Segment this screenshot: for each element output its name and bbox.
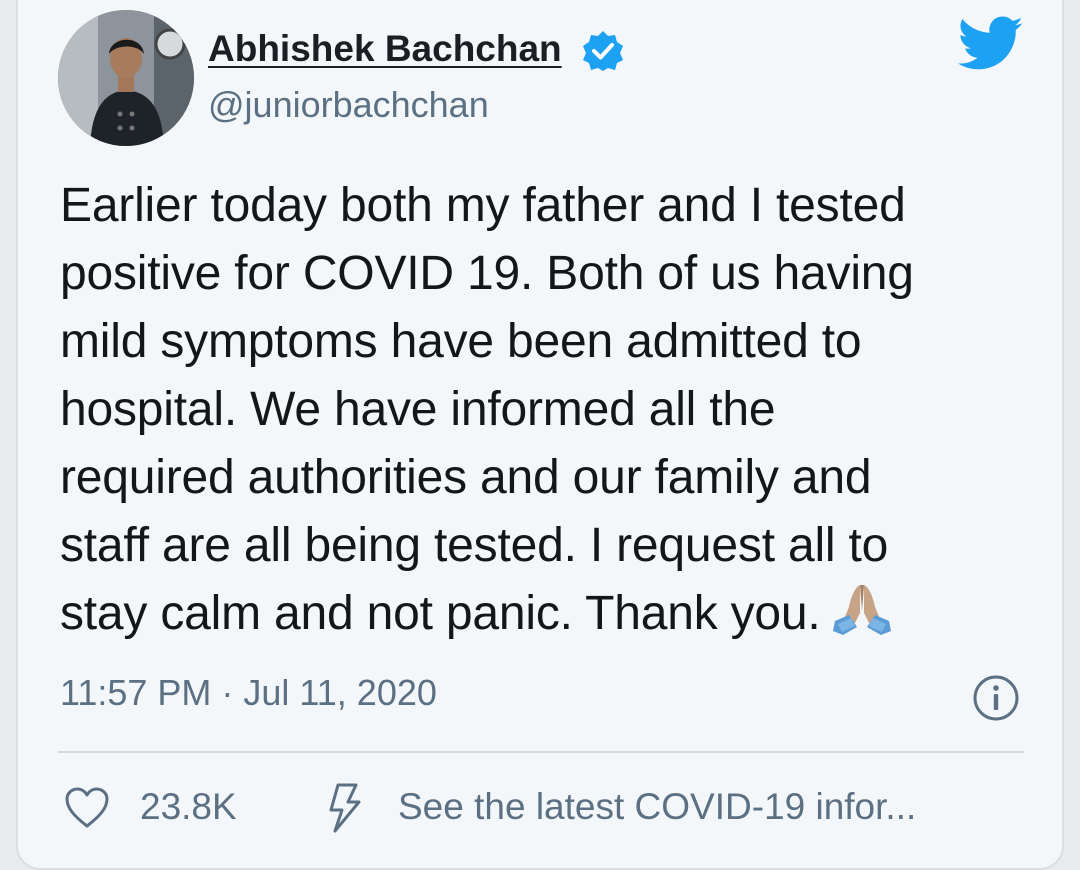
tweet-line: staff are all being tested. I request al… [60,519,889,572]
tweet-line: mild symptoms have been admitted to [60,315,862,368]
covid-info-link[interactable]: See the latest COVID-19 infor... [398,786,916,828]
twitter-bird-icon[interactable] [957,16,1024,72]
info-icon[interactable] [972,674,1020,722]
verified-badge-icon [582,30,624,72]
tweet-line: hospital. We have informed all the [60,383,776,436]
tweet-line-last: stay calm and not panic. Thank you. [60,580,1020,648]
timestamp[interactable]: 11:57 PM · Jul 11, 2020 [60,672,437,714]
tweet-line: stay calm and not panic. Thank you. [60,587,821,640]
divider [58,751,1024,753]
display-name[interactable]: Abhishek Bachchan [208,28,562,70]
tweet-line: Earlier today both my father and I teste… [60,179,906,232]
folded-hands-emoji [829,581,895,635]
lightning-bolt-icon [328,782,362,834]
tweet-line: required authorities and our family and [60,451,872,504]
handle[interactable]: @juniorbachchan [208,84,489,126]
avatar[interactable] [58,10,194,146]
heart-icon[interactable] [64,786,110,830]
like-count[interactable]: 23.8K [140,786,237,828]
tweet-text: Earlier today both my father and I teste… [60,172,1020,648]
tweet-line: positive for COVID 19. Both of us having [60,247,914,300]
